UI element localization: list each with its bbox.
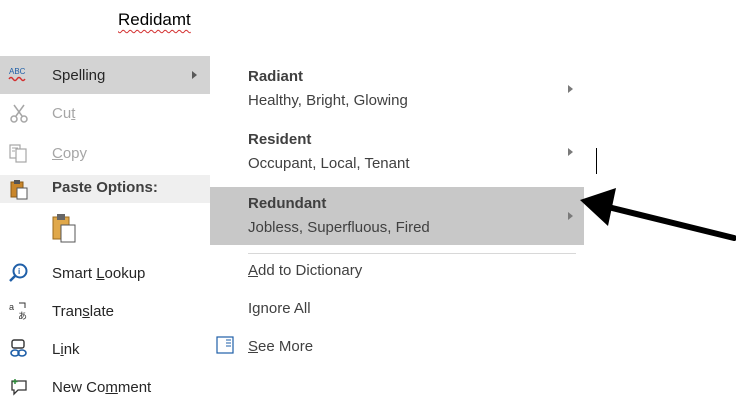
misspelled-word[interactable]: Redidamt bbox=[118, 10, 191, 30]
svg-text:i: i bbox=[18, 267, 20, 276]
menu-item-cut[interactable]: Cut bbox=[0, 94, 210, 132]
paste-keep-formatting-icon bbox=[52, 214, 76, 243]
ignore-all-item[interactable]: Ignore All bbox=[248, 300, 311, 317]
add-to-dictionary-item[interactable]: Add to Dictionary bbox=[248, 262, 362, 279]
svg-text:あ: あ bbox=[18, 311, 27, 322]
scissors-icon bbox=[8, 102, 30, 124]
suggestion-radiant[interactable]: Radiant Healthy, Bright, Glowing bbox=[210, 60, 584, 118]
menu-item-label: Spelling bbox=[52, 66, 106, 84]
spelling-abc-icon: ABC bbox=[8, 64, 30, 86]
pointer-arrow bbox=[580, 188, 736, 241]
submenu-arrow-icon[interactable] bbox=[568, 85, 573, 93]
suggestion-synonyms: Occupant, Local, Tenant bbox=[248, 155, 410, 172]
submenu-arrow-icon[interactable] bbox=[568, 212, 573, 220]
translate-icon: a あ bbox=[8, 300, 30, 322]
submenu-arrow-icon bbox=[192, 71, 197, 79]
menu-item-label: New Comment bbox=[52, 378, 152, 396]
suggestion-resident[interactable]: Resident Occupant, Local, Tenant bbox=[210, 123, 584, 181]
text-cursor bbox=[596, 148, 597, 174]
menu-item-label: Cut bbox=[52, 104, 76, 122]
copy-icon bbox=[8, 142, 30, 164]
menu-divider bbox=[248, 253, 576, 254]
menu-item-label: Copy bbox=[52, 144, 88, 162]
clipboard-icon bbox=[8, 178, 30, 200]
svg-text:a: a bbox=[9, 302, 14, 312]
menu-item-label: Smart Lookup bbox=[52, 264, 146, 282]
paste-options-header: Paste Options: bbox=[0, 175, 210, 203]
spelling-submenu: Radiant Healthy, Bright, Glowing Residen… bbox=[210, 56, 584, 374]
suggestion-synonyms: Jobless, Superfluous, Fired bbox=[248, 219, 430, 236]
submenu-arrow-icon[interactable] bbox=[568, 148, 573, 156]
menu-item-smart-lookup[interactable]: i Smart Lookup bbox=[0, 254, 210, 292]
menu-item-link[interactable]: Link bbox=[0, 330, 210, 368]
menu-item-copy[interactable]: Copy bbox=[0, 134, 210, 172]
comment-icon bbox=[8, 376, 30, 398]
suggestion-word: Redundant bbox=[248, 195, 327, 212]
suggestion-word: Resident bbox=[248, 131, 312, 148]
see-more-item[interactable]: See More bbox=[248, 338, 313, 355]
suggestion-synonyms: Healthy, Bright, Glowing bbox=[248, 92, 408, 109]
lightbulb-search-icon: i bbox=[8, 262, 30, 284]
link-chain-icon bbox=[8, 338, 30, 360]
paste-keep-formatting-button[interactable] bbox=[50, 212, 80, 244]
menu-item-label: Translate bbox=[52, 302, 114, 320]
menu-item-translate[interactable]: a あ Translate bbox=[0, 292, 210, 330]
menu-item-label: Link bbox=[52, 340, 80, 358]
svg-text:ABC: ABC bbox=[9, 67, 26, 76]
see-more-icon bbox=[216, 336, 234, 354]
context-menu: ABC Spelling Cut Copy Paste Options: i S… bbox=[0, 56, 210, 398]
suggestion-redundant[interactable]: Redundant Jobless, Superfluous, Fired bbox=[210, 187, 584, 245]
menu-item-new-comment[interactable]: New Comment bbox=[0, 368, 210, 398]
suggestion-word: Radiant bbox=[248, 68, 304, 85]
menu-item-spelling[interactable]: ABC Spelling bbox=[0, 56, 210, 94]
